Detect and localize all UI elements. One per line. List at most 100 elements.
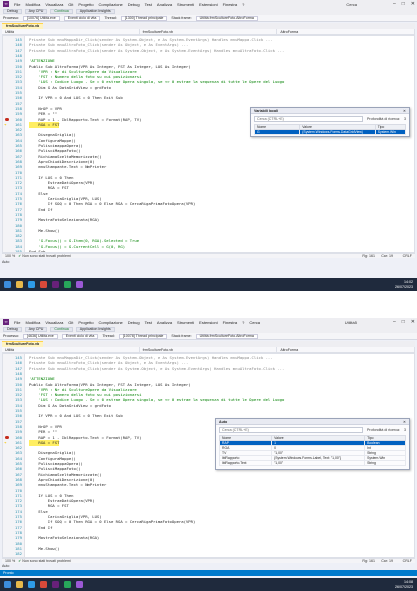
visual-studio-taskbar-icon[interactable] [52, 281, 59, 288]
menu-strumenti[interactable]: Strumenti [177, 320, 194, 325]
line-ending[interactable]: CRLF [403, 254, 412, 259]
menu-modifica[interactable]: Modifica [25, 2, 40, 7]
thread-combo[interactable]: [1300] Thread principale [120, 15, 168, 21]
platform-combo[interactable]: Any CPU [24, 327, 48, 332]
search-depth-value[interactable]: 3 [404, 116, 406, 122]
close-icon[interactable]: ✕ [403, 419, 406, 425]
issues-message[interactable]: Non sono stati trovati problemi [22, 254, 71, 258]
table-row[interactable]: lblRapporto.Text "1,00" String [218, 460, 406, 466]
close-icon[interactable]: ✕ [403, 108, 406, 114]
menu-compilazione[interactable]: Compilazione [99, 320, 123, 325]
type-dropdown[interactable]: frmScultureFoto.vb [140, 347, 278, 352]
menu-progetto[interactable]: Progetto [78, 2, 93, 7]
menu-compilazione[interactable]: Compilazione [99, 2, 123, 7]
issues-message[interactable]: Non sono stati trovati problemi [22, 559, 71, 563]
menu-file[interactable]: File [14, 320, 20, 325]
member-dropdown[interactable]: AltroForma [277, 347, 416, 352]
menu-visualizza[interactable]: Visualizza [45, 2, 63, 7]
close-icon[interactable]: ✕ [411, 1, 415, 7]
app-icon[interactable] [76, 581, 83, 588]
menu-git[interactable]: Git [68, 320, 73, 325]
type-dropdown[interactable]: frmScultureFoto.vb [140, 29, 278, 34]
menu-finestra[interactable]: Finestra [223, 320, 237, 325]
menu-test[interactable]: Test [145, 2, 152, 7]
app-icon[interactable] [76, 281, 83, 288]
menu-strumenti[interactable]: Strumenti [177, 2, 194, 7]
menu-analizza[interactable]: Analizza [157, 320, 172, 325]
continue-button[interactable]: Continua [50, 327, 73, 332]
windows-start-icon[interactable] [4, 581, 11, 588]
cursor-row: Rg: 161 [362, 254, 375, 258]
continue-button[interactable]: Continua [50, 9, 73, 14]
platform-combo[interactable]: Any CPU [24, 9, 48, 14]
system-tray-clock[interactable]: 14:02 26/07/2023 [395, 280, 413, 289]
stack-frame-combo[interactable]: Utilità.frmScultureFoto.AltroForma [195, 333, 258, 339]
app-insights-button[interactable]: Application Insights [75, 9, 115, 14]
process-label: Processo: [3, 16, 19, 20]
locals-window: Variabili locali ✕ Cerca (CTRL+E) Profond… [250, 107, 410, 137]
windows-start-icon[interactable] [4, 281, 11, 288]
menu-debug[interactable]: Debug [128, 2, 140, 7]
menu-help[interactable]: ? [242, 2, 244, 7]
excel-icon[interactable] [64, 581, 71, 588]
close-icon[interactable]: ✕ [411, 319, 415, 325]
minimize-icon[interactable]: – [393, 1, 396, 7]
menu-estensioni[interactable]: Estensioni [199, 2, 217, 7]
editor-status-line: 100 % ✔ Non sono stati trovati problemi … [2, 253, 415, 258]
zoom-level[interactable]: 100 % [5, 559, 15, 563]
maximize-icon[interactable]: □ [402, 1, 405, 7]
autos-tab[interactable]: Auto [2, 564, 9, 568]
minimize-icon[interactable]: – [393, 319, 396, 325]
project-dropdown[interactable]: Utilità [2, 29, 140, 34]
config-combo[interactable]: Debug [3, 9, 22, 14]
menu-bar: ∞ File Modifica Visualizza Git Progetto … [0, 318, 417, 326]
autos-tab[interactable]: Auto [2, 260, 9, 264]
file-explorer-icon[interactable] [16, 281, 23, 288]
locals-search-input[interactable]: Cerca (CTRL+E) [254, 116, 364, 122]
edge-icon[interactable] [28, 581, 35, 588]
lifecycle-events-combo[interactable]: Eventi ciclo di vita [61, 333, 99, 339]
locals-table: Nome Valore Tipo G {System.Windows.Forms… [253, 124, 407, 135]
menu-finestra[interactable]: Finestra [223, 2, 237, 7]
menu-help[interactable]: ? [242, 320, 244, 325]
lifecycle-events-combo[interactable]: Eventi ciclo di vita [63, 15, 101, 21]
menu-estensioni[interactable]: Estensioni [199, 320, 217, 325]
thread-combo[interactable]: [10078] Thread principale [118, 333, 168, 339]
menu-debug[interactable]: Debug [128, 320, 140, 325]
stack-frame-label: Stack frame: [171, 334, 192, 338]
menu-git[interactable]: Git [68, 2, 73, 7]
edge-icon[interactable] [28, 281, 35, 288]
locals-title: Variabili locali ✕ [251, 108, 409, 114]
app-insights-button[interactable]: Application Insights [75, 327, 115, 332]
search-depth-value[interactable]: 3 [404, 427, 406, 433]
app-icon[interactable] [40, 281, 47, 288]
autos-search-input[interactable]: Cerca (CTRL+E) [219, 427, 364, 433]
menu-progetto[interactable]: Progetto [78, 320, 93, 325]
menu-analizza[interactable]: Analizza [157, 2, 172, 7]
menu-visualizza[interactable]: Visualizza [45, 320, 63, 325]
code-editor[interactable]: 145 Private Sub mnuMappaDir_Click(sender … [2, 35, 415, 253]
menu-test[interactable]: Test [145, 320, 152, 325]
var-name: lblRapporto.Text [218, 460, 273, 466]
line-ending[interactable]: CRLF [403, 559, 412, 564]
visual-studio-taskbar-icon[interactable] [52, 581, 59, 588]
menu-modifica[interactable]: Modifica [25, 320, 40, 325]
app-icon[interactable] [40, 581, 47, 588]
system-tray-clock[interactable]: 14:08 26/07/2023 [395, 580, 413, 589]
project-dropdown[interactable]: Utilità [2, 347, 140, 352]
code-line[interactable]: 182 [3, 551, 414, 557]
table-row[interactable]: G {System.Windows.Forms.DataGridView} Sy… [253, 129, 407, 135]
maximize-icon[interactable]: □ [402, 319, 405, 325]
search-box[interactable]: Cerca [346, 2, 357, 7]
zoom-level[interactable]: 100 % [5, 254, 15, 258]
member-dropdown[interactable]: AltroForma [277, 29, 416, 34]
process-combo[interactable]: [4636] Utilità.exe [22, 333, 58, 339]
process-combo[interactable]: [10076] Utilità.exe [22, 15, 60, 21]
menu-file[interactable]: File [14, 2, 20, 7]
excel-icon[interactable] [64, 281, 71, 288]
file-explorer-icon[interactable] [16, 581, 23, 588]
clock-date: 26/07/2023 [395, 284, 413, 289]
stack-frame-combo[interactable]: Utilità.frmScultureFoto.AltroForma [195, 15, 258, 21]
search-box[interactable]: Cerca [249, 320, 260, 325]
config-combo[interactable]: Debug [3, 327, 22, 332]
